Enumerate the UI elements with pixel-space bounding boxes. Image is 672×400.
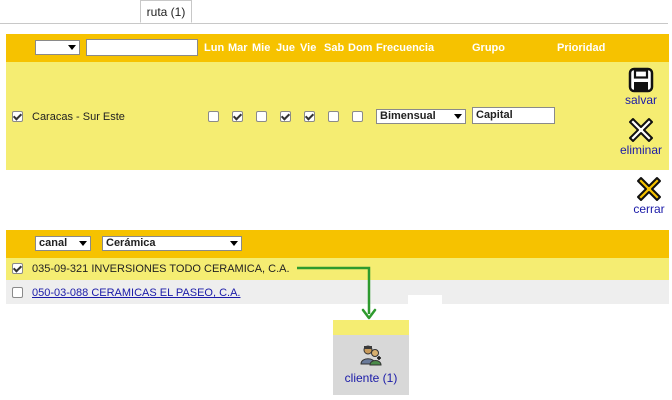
x-cross-icon [637,177,661,201]
chevron-down-icon [68,45,76,50]
save-button[interactable]: salvar [616,67,666,107]
header-day-dom: Dom [348,42,373,54]
row-gap [408,295,442,304]
connector-arrow [297,266,377,320]
x-cross-icon [629,118,653,142]
frecuencia-select[interactable]: Bimensual [376,109,466,124]
header-day-vie: Vie [300,42,317,54]
close-button[interactable]: cerrar [627,176,671,216]
header-grupo: Grupo [472,42,505,54]
header-day-sab: Sab [324,42,345,54]
header-day-mie: Mie [252,42,271,54]
day-checkbox-sab[interactable] [328,111,339,122]
people-group-icon [360,345,382,366]
header-day-lun: Lun [204,42,225,54]
client-type-select[interactable]: canal [35,236,91,251]
day-checkbox-mie[interactable] [256,111,267,122]
chevron-down-icon [230,241,238,246]
day-checkbox-dom[interactable] [352,111,363,122]
floppy-disk-icon [628,67,654,93]
frecuencia-select-value: Bimensual [380,110,436,122]
client-row-2-link[interactable]: 050-03-088 CERAMICAS EL PASEO, C.A. [32,287,240,299]
tab-baseline [0,23,668,24]
client-row-1-checkbox[interactable] [12,263,23,274]
day-checkbox-vie[interactable] [304,111,315,122]
tab-ruta[interactable]: ruta (1) [140,0,192,23]
cliente-button-band [333,320,409,335]
grupo-input[interactable]: Capital [472,107,555,124]
close-label: cerrar [633,202,665,216]
canal-select[interactable]: Cerámica [102,236,242,251]
cliente-button-label: cliente (1) [344,371,398,385]
header-prioridad: Prioridad [557,42,606,54]
route-row-checkbox[interactable] [12,111,23,122]
tab-bar: ruta (1) [0,0,672,24]
chevron-down-icon [79,241,87,246]
route-filter-select[interactable] [35,40,80,55]
cliente-button[interactable]: cliente (1) [333,320,409,395]
route-filter-input[interactable] [86,39,198,56]
route-name: Caracas - Sur Este [32,111,125,123]
canal-select-value: Cerámica [106,237,156,249]
client-row-2-checkbox[interactable] [12,287,23,298]
header-day-mar: Mar [228,42,248,54]
day-checkbox-lun[interactable] [208,111,219,122]
day-checkbox-mar[interactable] [232,111,243,122]
chevron-down-icon [454,114,462,119]
day-checkbox-jue[interactable] [280,111,291,122]
client-row-1-text: 035-09-321 INVERSIONES TODO CERAMICA, C.… [32,263,290,275]
delete-label: eliminar [619,143,662,157]
client-type-select-value: canal [39,237,68,249]
delete-button[interactable]: eliminar [616,117,666,157]
header-day-jue: Jue [276,42,295,54]
header-frecuencia: Frecuencia [376,42,435,54]
save-label: salvar [624,93,657,107]
